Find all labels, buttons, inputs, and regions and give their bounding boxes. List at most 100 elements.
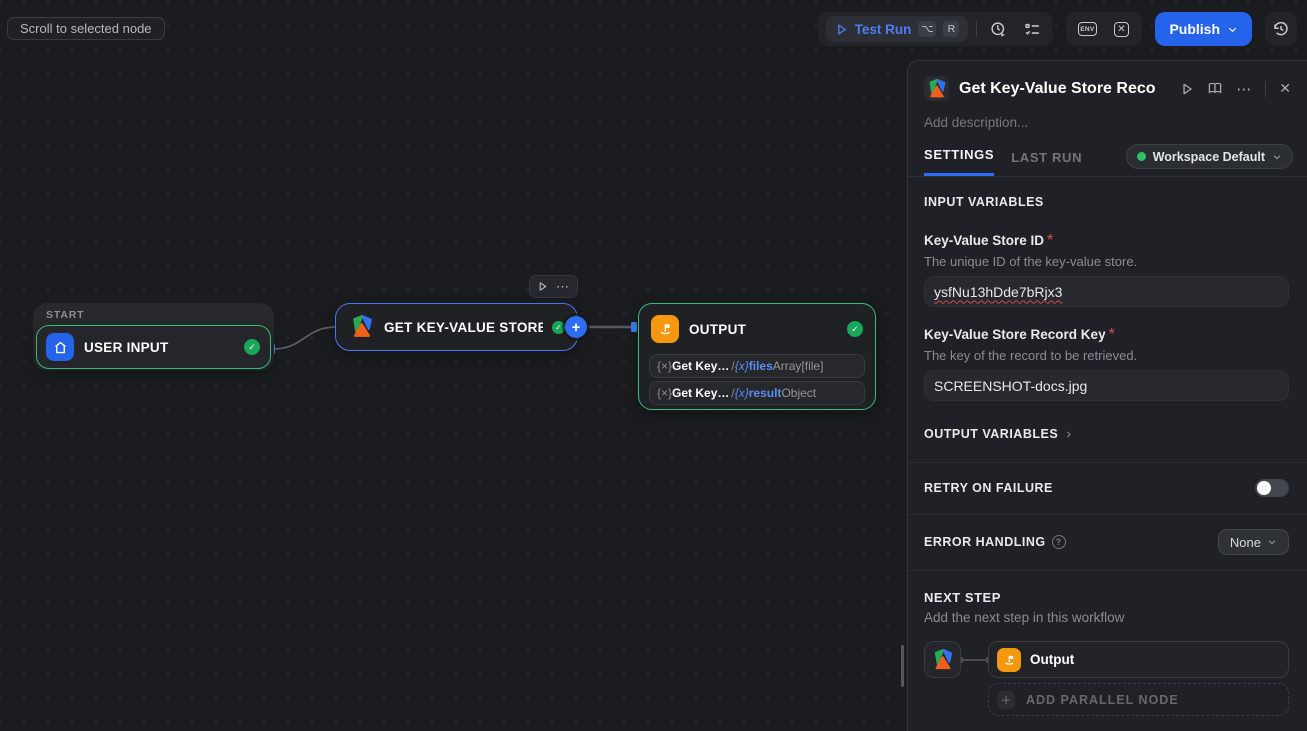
required-asterisk: * [1109,326,1115,343]
output-variables-toggle[interactable]: OUTPUT VARIABLES [924,427,1289,441]
publish-button[interactable]: Publish [1155,12,1252,46]
variables-button[interactable]: ✕ [1108,16,1134,42]
tab-last-run[interactable]: LAST RUN [1011,150,1082,176]
required-asterisk: * [1047,232,1053,249]
next-step-output-node[interactable]: Output [988,641,1289,678]
output-flag-icon [997,648,1021,672]
run-queue-button[interactable] [1019,16,1045,42]
clock-play-icon [990,21,1007,38]
retry-on-failure-row: RETRY ON FAILURE [924,479,1289,497]
braces-icon: {×} [657,386,672,400]
node-play-icon[interactable] [537,281,548,292]
tab-settings[interactable]: SETTINGS [924,147,994,176]
next-step-connector [961,659,988,661]
workspace-selector-label: Workspace Default [1153,150,1265,164]
top-toolbar: Test Run ⌥ R ENV ✕ [818,12,1297,46]
scroll-to-selected-node-button[interactable]: Scroll to selected node [7,17,165,40]
panel-scrollbar[interactable] [901,645,904,687]
output-variable-row[interactable]: {×}Get Key… /{x}files Array[file] [649,354,865,378]
variable-type: Array[file] [773,359,824,373]
output-variable-row[interactable]: {×}Get Key… /{x}result Object [649,381,865,405]
input-variables-heading: INPUT VARIABLES [924,195,1289,209]
braces-icon: {×} [657,359,672,373]
output-node-title: OUTPUT [689,322,837,337]
node-settings-panel: Get Key-Value Store Record ⋯ ✕ Add descr… [907,60,1307,731]
apify-icon [924,76,949,101]
panel-actions: ⋯ ✕ [1180,80,1291,98]
workspace-tools-group: ENV ✕ [1066,12,1142,46]
run-node-icon[interactable] [1180,82,1194,96]
description-placeholder[interactable]: Add description... [908,111,1307,130]
add-parallel-node-label: ADD PARALLEL NODE [1026,693,1179,707]
user-input-node-title: USER INPUT [84,340,234,355]
kv-node-title: GET KEY-VALUE STORE RECORD [384,320,543,335]
next-step-description: Add the next step in this workflow [924,610,1289,625]
error-heading: ERROR HANDLING? [924,535,1066,549]
test-run-label: Test Run [855,22,912,37]
chevron-down-icon [1267,537,1277,547]
more-options-icon[interactable]: ⋯ [1236,80,1252,98]
kv-store-id-input[interactable]: ysfNu13hDde7bRjx3 [924,276,1289,307]
toolbar-divider [976,21,977,37]
field-description: The unique ID of the key-value store. [924,254,1289,269]
workspace-status-dot [1137,152,1146,161]
variable-icon: {x} [735,359,749,373]
start-group-label: START [33,303,274,321]
retry-heading: RETRY ON FAILURE [924,481,1053,495]
next-step-heading: NEXT STEP [924,590,1289,605]
get-key-value-store-record-node[interactable]: GET KEY-VALUE STORE RECORD ✓ [335,303,578,351]
scheduled-run-button[interactable] [985,16,1011,42]
toggle-knob [1257,481,1271,495]
option-key-badge: ⌥ [918,21,936,37]
variable-name: result [749,386,782,400]
next-step-row: Output [924,641,1289,678]
next-step-output-label: Output [1030,652,1074,667]
field-label: Key-Value Store ID [924,233,1044,248]
target-handle[interactable] [631,322,637,332]
panel-body: INPUT VARIABLES Key-Value Store ID* The … [908,195,1307,716]
variable-x-icon: ✕ [1114,22,1129,37]
chevron-down-icon [1227,24,1238,35]
retry-toggle[interactable] [1255,479,1289,497]
version-history-button[interactable] [1265,12,1297,46]
add-parallel-node-button[interactable]: ＋ ADD PARALLEL NODE [988,683,1289,716]
field-kv-record-key: Key-Value Store Record Key* The key of t… [924,326,1289,401]
error-handling-value: None [1230,535,1261,550]
variable-icon: {x} [735,386,749,400]
edge-userinput-to-kv [273,327,336,349]
chevron-down-icon [1272,152,1282,162]
error-handling-select[interactable]: None [1218,529,1289,555]
docs-book-icon[interactable] [1207,81,1223,96]
task-list-icon [1024,21,1041,38]
node-more-icon[interactable]: ⋯ [556,279,570,295]
play-icon [835,23,848,36]
panel-tabs: SETTINGS LAST RUN Workspace Default [908,130,1307,177]
workspace-selector[interactable]: Workspace Default [1126,144,1293,169]
success-check-icon: ✓ [847,321,863,337]
variable-name: files [749,359,773,373]
user-input-node[interactable]: USER INPUT ✓ [36,325,271,369]
apify-icon [924,641,961,678]
close-panel-icon[interactable]: ✕ [1279,80,1291,97]
output-node[interactable]: OUTPUT ✓ {×}Get Key… /{x}files Array[fil… [638,303,876,410]
field-description: The key of the record to be retrieved. [924,348,1289,363]
chevron-right-icon [1064,430,1073,439]
plus-icon: ＋ [997,691,1015,709]
node-hover-toolbar: ⋯ [529,275,578,298]
panel-title: Get Key-Value Store Record [959,80,1155,98]
publish-label: Publish [1169,21,1220,37]
add-next-node-button[interactable]: + [565,316,587,338]
history-icon [1272,20,1290,38]
source-node-name: Get Key… [672,359,729,373]
kv-record-key-input[interactable]: SCREENSHOT-docs.jpg [924,370,1289,401]
source-node-name: Get Key… [672,386,729,400]
error-handling-row: ERROR HANDLING? None [924,529,1289,555]
success-check-icon: ✓ [244,339,260,355]
help-icon: ? [1052,535,1066,549]
test-run-button[interactable]: Test Run ⌥ R [826,16,969,42]
apify-icon [348,314,375,341]
panel-header: Get Key-Value Store Record ⋯ ✕ [908,61,1307,111]
environment-button[interactable]: ENV [1074,16,1100,42]
home-icon [46,333,74,361]
env-icon: ENV [1078,22,1097,36]
